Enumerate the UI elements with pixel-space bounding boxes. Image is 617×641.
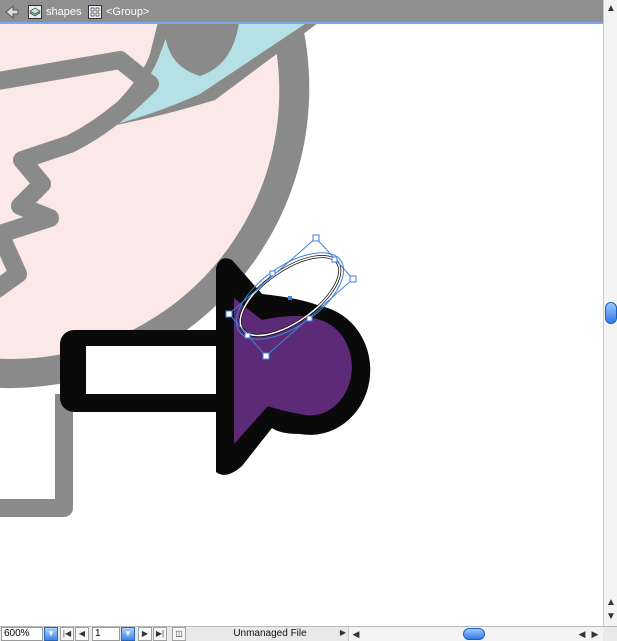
scroll-up-icon-lower[interactable]: ▲ xyxy=(606,598,616,608)
vertical-scroll-thumb[interactable] xyxy=(605,302,617,324)
scroll-left-icon-lower[interactable]: ◀ xyxy=(577,628,587,640)
artwork xyxy=(0,24,371,517)
status-text[interactable]: Unmanaged File xyxy=(200,627,340,641)
artboard-canvas[interactable] xyxy=(0,24,603,626)
horizontal-scroll-thumb[interactable] xyxy=(463,628,485,640)
artboard-navigator-icon[interactable]: ◫ xyxy=(172,627,186,641)
anchor-point[interactable] xyxy=(269,270,276,277)
layer-icon xyxy=(28,5,42,19)
scroll-right-icon[interactable]: ▶ xyxy=(590,628,600,640)
layer-breadcrumb[interactable]: shapes xyxy=(28,4,81,20)
page-field[interactable]: 1 xyxy=(92,627,120,641)
anchor-point[interactable] xyxy=(244,332,251,339)
last-page-icon[interactable]: ▶| xyxy=(153,627,167,641)
group-breadcrumb-label: <Group> xyxy=(106,6,150,18)
bbox-handle[interactable] xyxy=(349,275,357,283)
back-arrow-icon[interactable] xyxy=(4,4,20,20)
zoom-dropdown-icon[interactable]: ▼ xyxy=(44,627,58,641)
page-dropdown-icon[interactable]: ▼ xyxy=(121,627,135,641)
center-point xyxy=(288,296,292,300)
layer-breadcrumb-label: shapes xyxy=(46,6,82,18)
scroll-down-icon[interactable]: ▼ xyxy=(606,612,616,622)
group-breadcrumb[interactable]: <Group> xyxy=(88,4,149,20)
status-bar: 600% ▼ |◀ ◀ 1 ▼ ▶ ▶| ◫ Unmanaged File ▶ … xyxy=(0,626,617,641)
scroll-up-icon[interactable]: ▲ xyxy=(606,4,616,14)
breadcrumb-bar: shapes <Group> xyxy=(0,0,617,24)
first-page-icon[interactable]: |◀ xyxy=(60,627,74,641)
vertical-scrollbar[interactable]: ▲ ▲ ▼ xyxy=(603,0,617,626)
bbox-handle[interactable] xyxy=(262,352,270,360)
scroll-left-icon[interactable]: ◀ xyxy=(351,628,361,640)
bbox-handle[interactable] xyxy=(312,234,320,242)
next-page-icon[interactable]: ▶ xyxy=(138,627,152,641)
anchor-point[interactable] xyxy=(306,315,313,322)
anchor-point[interactable] xyxy=(331,256,338,263)
previous-page-icon[interactable]: ◀ xyxy=(75,627,89,641)
bbox-handle[interactable] xyxy=(225,310,233,318)
horizontal-scrollbar[interactable]: ◀ ◀ ▶ xyxy=(348,627,603,641)
group-icon xyxy=(88,5,102,19)
zoom-field[interactable]: 600% xyxy=(1,627,43,641)
